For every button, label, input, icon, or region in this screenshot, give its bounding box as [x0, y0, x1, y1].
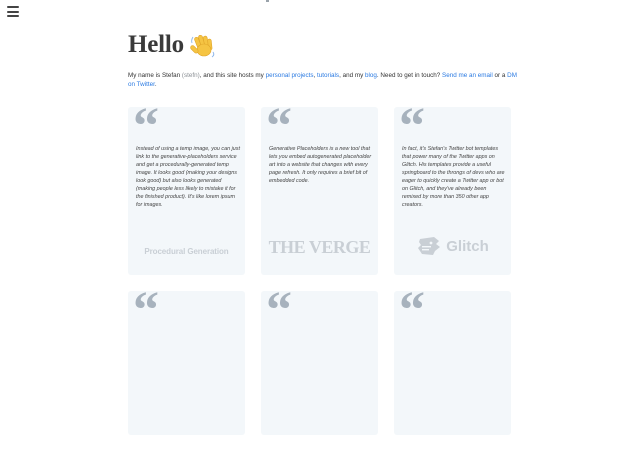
- testimonial-card: “ Generative Placeholders is a new tool …: [261, 101, 378, 275]
- intro-text: . Need to get in touch?: [376, 72, 443, 79]
- testimonial-quote: Instead of using a temp image, you can j…: [136, 146, 240, 208]
- twitter-handle: (stefn): [181, 72, 200, 79]
- top-edge-marker: [266, 0, 269, 2]
- quote-mark-icon: “: [399, 282, 425, 339]
- hamburger-menu-icon[interactable]: [7, 6, 19, 17]
- testimonial-card: “ In fact, it's Stefan's Twitter bot tem…: [394, 101, 511, 275]
- intro-text: , and this site hosts my: [199, 72, 266, 79]
- testimonial-quote: In fact, it's Stefan's Twitter bot templ…: [402, 146, 505, 208]
- blog-link[interactable]: blog: [365, 72, 377, 79]
- intro-paragraph: My name is Stefan (stefn), and this site…: [128, 71, 518, 89]
- page-header: Hello: [128, 28, 217, 62]
- testimonial-card: “: [261, 285, 378, 435]
- page-title: Hello: [128, 31, 184, 58]
- glitch-fish-icon: [418, 237, 441, 255]
- intro-text: .: [154, 81, 157, 89]
- testimonial-card: “ Instead of using a temp image, you can…: [128, 101, 245, 275]
- intro-text: , and my: [339, 72, 365, 79]
- quote-mark-icon: “: [133, 282, 159, 339]
- send-email-link[interactable]: Send me an email: [442, 72, 493, 79]
- glitch-logo: Glitch: [394, 235, 511, 257]
- glitch-logo-text: Glitch: [446, 237, 489, 255]
- intro-text: or a: [492, 72, 508, 79]
- menu-bar: [7, 15, 19, 17]
- testimonial-quote: Generative Placeholders is a new tool th…: [269, 146, 372, 184]
- menu-bar: [7, 6, 19, 8]
- personal-projects-link[interactable]: personal projects: [266, 72, 314, 79]
- intro-text: My name is Stefan: [128, 72, 182, 79]
- waving-hand-emoji-icon: [190, 32, 217, 59]
- testimonial-card: “: [394, 285, 511, 435]
- the-verge-logo: THE VERGE: [268, 237, 371, 257]
- procedural-generation-logo: Procedural Generation: [144, 247, 229, 256]
- tutorials-link[interactable]: tutorials: [317, 72, 339, 79]
- testimonial-card: “: [128, 285, 245, 435]
- menu-bar: [7, 10, 19, 13]
- quote-mark-icon: “: [266, 282, 292, 339]
